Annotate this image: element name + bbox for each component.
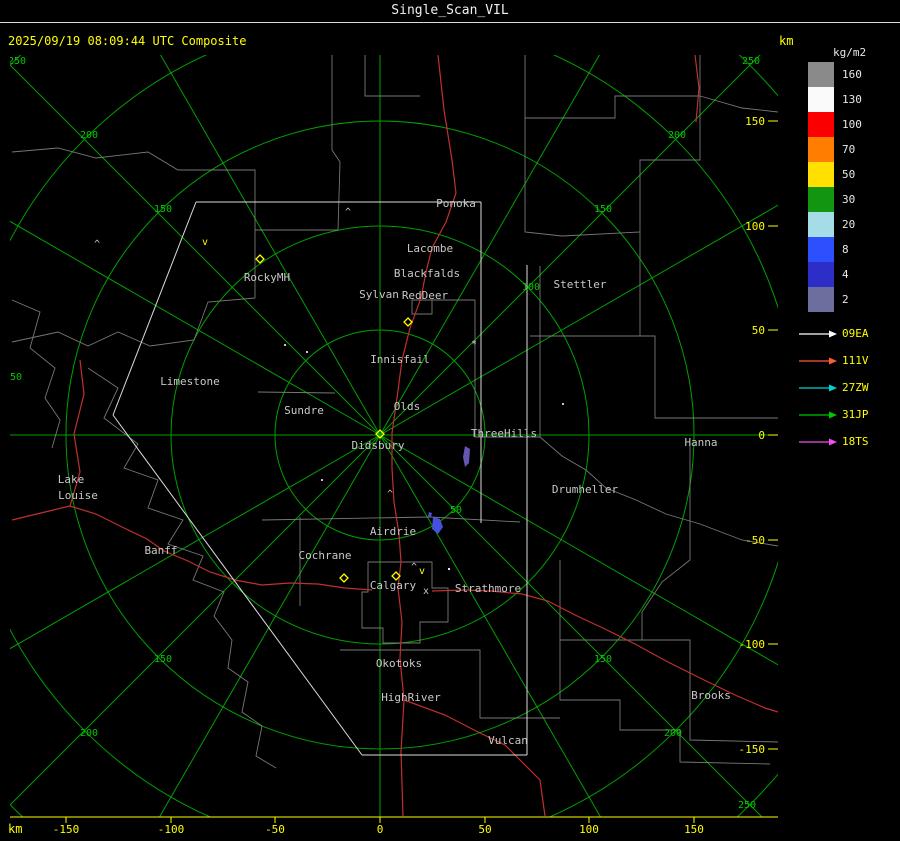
window-title: Single_Scan_VIL (391, 3, 509, 18)
legend-row: 8 (808, 237, 888, 262)
bottom-axis-tick-label: 100 (579, 823, 599, 836)
bottom-axis-tick-label: 0 (377, 823, 384, 836)
right-arrow-icon (799, 384, 837, 391)
legend-color-swatch (808, 112, 834, 137)
legend-row: 50 (808, 162, 888, 187)
legend-row: 130 (808, 87, 888, 112)
bottom-axis-tick-label: -50 (265, 823, 285, 836)
legend-color-swatch (808, 262, 834, 287)
right-arrow-icon (799, 438, 837, 445)
legend-value-label: 2 (842, 293, 849, 306)
legend-color-swatch (808, 287, 834, 312)
legend-value-label: 20 (842, 218, 856, 231)
legend-value-label: 30 (842, 193, 856, 206)
bottom-axis-tick-label: -150 (53, 823, 80, 836)
right-arrow-icon (799, 411, 837, 418)
legend-row: 30 (808, 187, 888, 212)
legend-color-swatch (808, 187, 834, 212)
legend-color-swatch (808, 162, 834, 187)
bottom-axis-unit-label: km (8, 822, 23, 836)
legend-value-label: 70 (842, 143, 856, 156)
legend-color-swatch (808, 87, 834, 112)
legend-value-label: 130 (842, 93, 862, 106)
legend-row: 2 (808, 287, 888, 312)
radar-id-label: 31JP (842, 408, 869, 421)
legend-row: 4 (808, 262, 888, 287)
timestamp-label: 2025/09/19 08:09:44 UTC Composite (8, 34, 247, 48)
right-arrow-icon (799, 357, 837, 364)
bottom-axis-tick-label: 50 (478, 823, 491, 836)
bottom-axis-tick-label: 150 (684, 823, 704, 836)
radar-id-label: 18TS (842, 435, 869, 448)
radar-id-label: 27ZW (842, 381, 869, 394)
legend-row: 100 (808, 112, 888, 137)
legend-value-label: 50 (842, 168, 856, 181)
title-bar: Single_Scan_VIL (0, 0, 900, 23)
radar-arrow-row: 111V (799, 347, 869, 374)
legend-value-label: 8 (842, 243, 849, 256)
radar-id-label: 111V (842, 354, 869, 367)
legend-value-label: 4 (842, 268, 849, 281)
radar-app-window: Single_Scan_VIL 2025/09/19 08:09:44 UTC … (0, 0, 900, 841)
radar-arrow-row: 09EA (799, 320, 869, 347)
legend-color-swatch (808, 62, 834, 87)
legend-color-swatch (808, 212, 834, 237)
radar-map-canvas[interactable] (10, 55, 778, 817)
bottom-axis: -150 -100 -50 0 50 100 150 (10, 816, 778, 836)
legend-row: 70 (808, 137, 888, 162)
legend-row: 160 (808, 62, 888, 87)
right-axis-unit-label: km (779, 34, 794, 48)
radar-site-legend: 09EA 111V 27ZW 31JP 18TS (799, 320, 869, 455)
legend-row: 20 (808, 212, 888, 237)
color-scale-legend: 160 130 100 70 50 30 20 8 4 2 (808, 62, 888, 312)
radar-arrow-row: 31JP (799, 401, 869, 428)
radar-arrow-row: 18TS (799, 428, 869, 455)
radar-id-label: 09EA (842, 327, 869, 340)
legend-color-swatch (808, 237, 834, 262)
right-arrow-icon (799, 330, 837, 337)
legend-color-swatch (808, 137, 834, 162)
radar-arrow-row: 27ZW (799, 374, 869, 401)
bottom-axis-tick-label: -100 (158, 823, 185, 836)
legend-value-label: 160 (842, 68, 862, 81)
legend-unit-label: kg/m2 (833, 46, 867, 59)
legend-value-label: 100 (842, 118, 862, 131)
